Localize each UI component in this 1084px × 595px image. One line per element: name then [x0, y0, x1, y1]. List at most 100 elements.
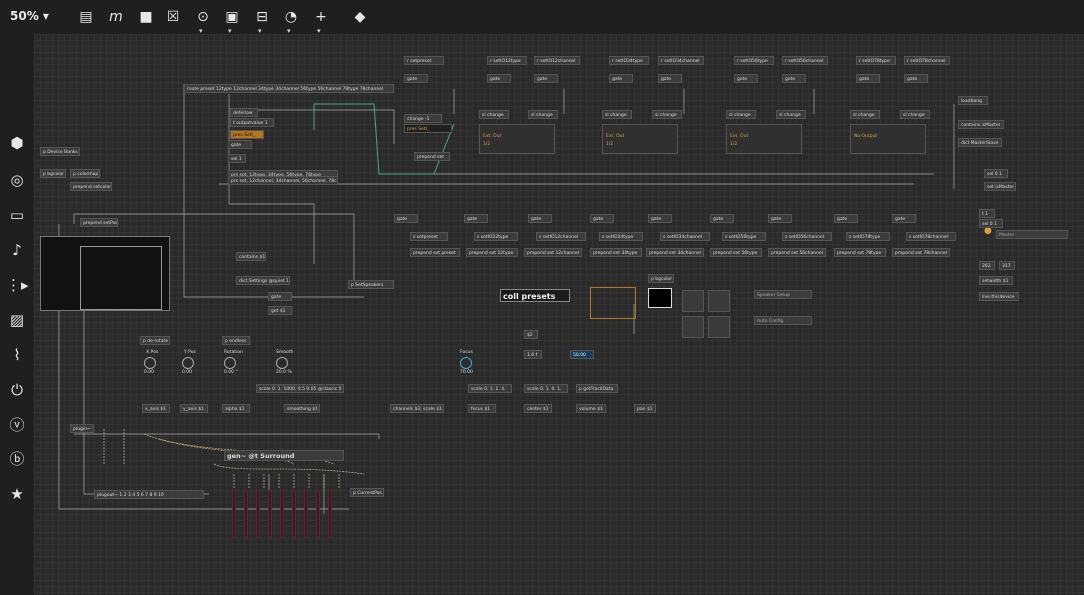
prepend-setcolor[interactable]: prepend setcolor [70, 182, 112, 191]
sl-change[interactable]: sl change [479, 110, 509, 119]
value-1-6[interactable]: 1.6 f [524, 350, 542, 359]
s-setio56channel[interactable]: s setIO56channel [782, 232, 832, 241]
p-endless[interactable]: p endless [222, 336, 250, 345]
live-thisdevice[interactable]: live.thisdevice [979, 292, 1019, 301]
sl-change[interactable]: sl change [528, 110, 558, 119]
smoothing-msg[interactable]: smoothing $1 [284, 404, 320, 413]
x-box-icon[interactable]: ☒ [163, 7, 183, 27]
gate-obj[interactable]: gate [768, 214, 792, 223]
prepend-setpos[interactable]: prepend setPos [80, 218, 118, 227]
speaker-pad[interactable] [682, 290, 704, 312]
s-setio34channel[interactable]: s setIO34channel [660, 232, 710, 241]
prepend-set-preset[interactable]: prepend set preset [410, 248, 460, 257]
slider-icon[interactable]: ⊟ ▾ [252, 7, 272, 35]
auto-config-button[interactable]: Auto Config [754, 316, 812, 325]
gate-obj[interactable]: gate [892, 214, 916, 223]
x-pos-dial[interactable] [144, 357, 156, 369]
contains-ismaster[interactable]: contains isMaster [958, 120, 1004, 129]
change-1[interactable]: change -1 [404, 114, 442, 123]
speaker-pad[interactable] [682, 316, 704, 338]
film-icon[interactable]: ▭ [6, 204, 28, 226]
t-outputvalue-1[interactable]: t outputvalue 1 [230, 118, 274, 127]
clip-icon[interactable]: ⋮▸ [6, 274, 29, 296]
music-icon[interactable]: ♪ [6, 239, 28, 261]
speaker-pad[interactable] [708, 290, 730, 312]
p-setspeakers[interactable]: p SetSpeakers [348, 280, 394, 289]
ext-out-56-ch[interactable]: 1/2 [730, 142, 737, 147]
dict-masterslave[interactable]: dict MasterSlave [958, 138, 1002, 147]
star-icon[interactable]: ★ [6, 483, 28, 505]
focus-msg[interactable]: focus $1 [468, 404, 496, 413]
prepend-set-78channel[interactable]: prepend set 78channel [892, 248, 950, 257]
target-icon[interactable]: ◎ [6, 169, 28, 191]
gate-obj[interactable]: gate [782, 74, 806, 83]
gate-obj[interactable]: gate [394, 214, 418, 223]
gate-obj[interactable]: gate [487, 74, 511, 83]
prepend-set-12channel[interactable]: prepend set 12channel [524, 248, 582, 257]
value-live-number[interactable]: 50.00 [570, 350, 594, 359]
prepend-set-56type[interactable]: prepend set 56type [710, 248, 762, 257]
s-setio78type[interactable]: s setIO78type [846, 232, 890, 241]
deferlow[interactable]: deferlow [230, 108, 258, 117]
gate-obj[interactable]: gate [648, 214, 672, 223]
ext-out-12-ch[interactable]: 1/2 [483, 142, 490, 147]
scale-0-1-1-4[interactable]: scale 0. 1. 1. 4. [468, 384, 512, 393]
gate-obj[interactable]: gate [404, 74, 428, 83]
contains-1[interactable]: contains $1 [236, 252, 266, 261]
scale-smooth[interactable]: scale 0. 1. 1000. 0.5 0.05 @classic 0 [256, 384, 344, 393]
s-setpreset[interactable]: r setpreset [404, 56, 444, 65]
bgcolor-swatch[interactable] [590, 287, 636, 319]
b-icon[interactable]: ⓑ [6, 448, 28, 470]
s-setio78channel[interactable]: s setIO78channel [906, 232, 956, 241]
pres-menu[interactable]: pres SetI_ [404, 124, 452, 133]
r-setio34type[interactable]: r setIO34type [609, 56, 649, 65]
y-axis-msg[interactable]: y_axis $1 [180, 404, 208, 413]
gate-obj[interactable]: gate [734, 74, 758, 83]
t-1[interactable]: t 1 [979, 209, 995, 218]
sl-change[interactable]: sl change [726, 110, 756, 119]
gate-obj[interactable]: gate [609, 74, 633, 83]
rotation-dial[interactable] [224, 357, 236, 369]
italic-m-icon[interactable]: m [106, 7, 126, 27]
prs-set-channels[interactable]: prs set, 12channel, 34channel, 56channel… [228, 176, 338, 185]
play-icon[interactable]: ▣ ▾ [222, 7, 242, 35]
gate-obj[interactable]: gate [710, 214, 734, 223]
get-1[interactable]: get $1 [268, 306, 292, 315]
prepend-set-34channel[interactable]: prepend set 34channel [646, 248, 704, 257]
gen-surround[interactable]: gen~ @t Surround [224, 450, 344, 461]
pan-msg[interactable]: pan $1 [634, 404, 656, 413]
plugin-obj[interactable]: plugin~ [70, 424, 94, 433]
sl-change[interactable]: sl change [850, 110, 880, 119]
y-pos-dial[interactable] [182, 357, 194, 369]
gate-obj[interactable]: gate [590, 214, 614, 223]
paint-bucket-icon[interactable]: ◆ [350, 7, 370, 27]
p-bgcolor[interactable]: p bgcolor [40, 169, 66, 178]
p-bgcolor[interactable]: p bgcolor [648, 274, 674, 283]
prepend-set[interactable]: prepend set [414, 152, 450, 161]
s-setio12type[interactable]: s setIO12type [474, 232, 518, 241]
sl-change[interactable]: sl change [652, 110, 682, 119]
pres-set-live-text[interactable]: pres SetI_ [230, 130, 264, 139]
speaker-setup-button[interactable]: Speaker Setup [754, 290, 812, 299]
image-icon[interactable]: ▨ [6, 309, 28, 331]
p-colormap[interactable]: p colormap [70, 169, 100, 178]
x-axis-msg[interactable]: x_axis $1 [142, 404, 170, 413]
plug-icon[interactable]: ⏻ [6, 379, 28, 401]
gate-obj[interactable]: gate [834, 214, 858, 223]
ext-out-56[interactable]: Ext. Out [730, 134, 748, 139]
zoom-dropdown[interactable]: 50% ▾ [10, 9, 49, 23]
color-preview[interactable] [648, 288, 672, 308]
value-2[interactable]: $2 [524, 330, 538, 339]
r-setio12channel[interactable]: r setIO12channel [534, 56, 580, 65]
prepend-set-12type[interactable]: prepend set 12type [466, 248, 518, 257]
s-setio12channel[interactable]: s setIO12channel [536, 232, 586, 241]
s-setpreset[interactable]: s setpreset [410, 232, 448, 241]
gate-obj[interactable]: gate [856, 74, 880, 83]
presentation-icon[interactable]: ▤ [76, 7, 96, 27]
p-currentpos[interactable]: p CurrentPos [350, 488, 384, 497]
gate-obj[interactable]: gate [534, 74, 558, 83]
smooth-dial[interactable] [276, 357, 288, 369]
gate-obj[interactable]: gate [528, 214, 552, 223]
ext-out-12[interactable]: Ext. Out [483, 134, 501, 139]
gate-obj[interactable]: gate [464, 214, 488, 223]
